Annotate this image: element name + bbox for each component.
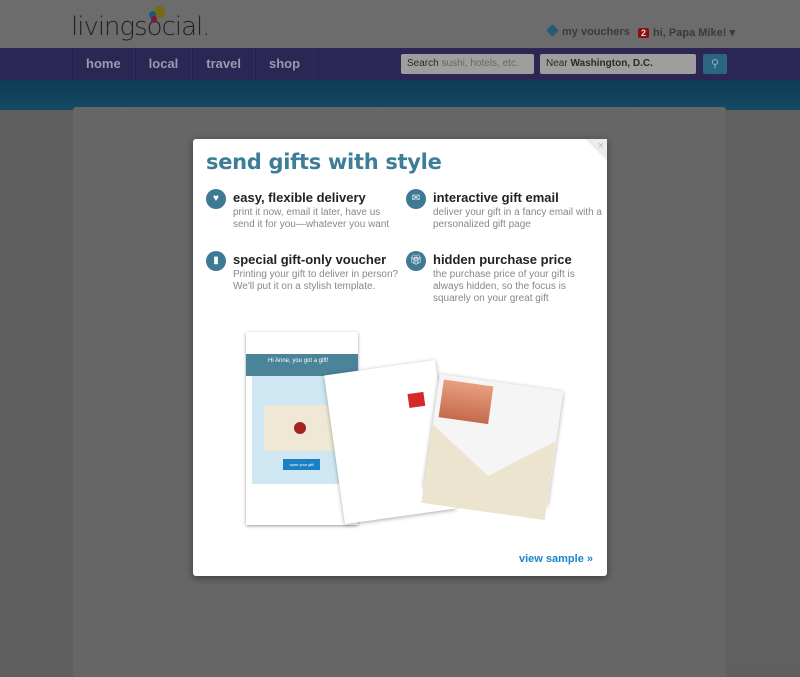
feature-desc: print it now, email it later, have us se…: [233, 207, 390, 230]
document-icon: ▮: [206, 251, 226, 271]
modal-title: send gifts with style: [206, 150, 442, 174]
feature-title: easy, flexible delivery: [233, 190, 366, 205]
heart-icon: ♥: [206, 189, 226, 209]
gift-icon: 🎁︎: [406, 251, 426, 271]
search-placeholder: sushi, hotels, etc.: [441, 58, 519, 69]
nav-home[interactable]: home: [72, 48, 135, 80]
logo-bubbles-icon: [146, 6, 166, 24]
notification-badge: 2: [638, 28, 650, 38]
envelope-icon: ✉: [406, 189, 426, 209]
nav-local[interactable]: local: [134, 48, 193, 80]
feature-desc: Printing your gift to deliver in person?…: [233, 269, 399, 292]
feature-desc: the purchase price of your gift is alway…: [433, 269, 575, 304]
my-vouchers-label: my vouchers: [562, 26, 630, 38]
near-label: Near: [546, 58, 568, 69]
gift-modal: × send gifts with style ♥ easy, flexible…: [193, 139, 607, 576]
feature-title: hidden purchase price: [433, 252, 572, 267]
deal-photo: [438, 379, 494, 425]
header: livingsocial. my vouchers 2 hi, Papa Mike…: [0, 0, 800, 48]
greeting: hi, Papa Mike!: [653, 27, 727, 39]
feature-desc: deliver your gift in a fancy email with …: [433, 207, 602, 230]
search-button[interactable]: ⚲: [703, 54, 727, 74]
near-value: Washington, D.C.: [570, 58, 653, 69]
nav-shop[interactable]: shop: [255, 48, 315, 80]
location-input[interactable]: Near Washington, D.C.: [540, 54, 696, 74]
feature-title: special gift-only voucher: [233, 252, 387, 267]
seal-icon: [294, 422, 306, 434]
search-input[interactable]: Search sushi, hotels, etc.: [401, 54, 534, 74]
close-icon[interactable]: ×: [585, 139, 607, 161]
gift-icon: [407, 391, 426, 408]
nav-bar: home local travel shop Search sushi, hot…: [0, 48, 800, 80]
overlay: [726, 110, 800, 666]
gift-illustration: Hi Anne, you got a gift! open your gift: [246, 332, 564, 532]
feature-title: interactive gift email: [433, 190, 559, 205]
chevron-down-icon: ▾: [729, 27, 735, 39]
user-menu[interactable]: 2 hi, Papa Mike! ▾: [638, 26, 735, 39]
tag-icon: [546, 24, 559, 37]
view-sample-link[interactable]: view sample »: [519, 553, 593, 565]
my-vouchers-link[interactable]: my vouchers: [546, 24, 630, 38]
nav-travel[interactable]: travel: [192, 48, 255, 80]
search-label: Search: [407, 58, 439, 69]
search-icon: ⚲: [710, 58, 720, 70]
hero-band: [0, 80, 800, 110]
logo[interactable]: livingsocial.: [71, 12, 211, 42]
open-gift-button: open your gift: [283, 459, 320, 470]
